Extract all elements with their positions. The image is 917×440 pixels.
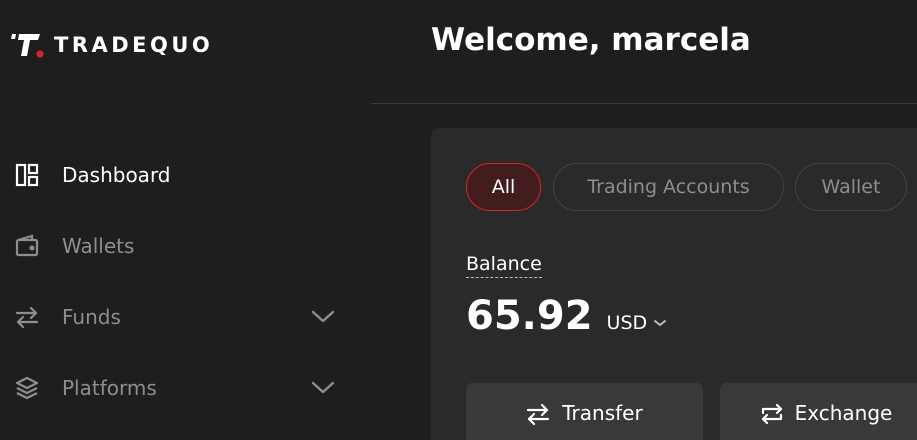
transfer-button-label: Transfer: [562, 401, 643, 425]
dashboard-icon: [14, 162, 40, 188]
sidebar-item-label: Platforms: [62, 376, 157, 400]
exchange-icon: [759, 401, 785, 427]
transfer-arrows-icon: [526, 401, 552, 427]
sidebar-item-platforms[interactable]: Platforms: [0, 363, 371, 413]
chevron-down-icon[interactable]: [310, 375, 336, 401]
currency-select[interactable]: USD: [607, 312, 669, 334]
brand-name: TRADEQUO: [54, 33, 214, 57]
sidebar-item-label: Funds: [62, 305, 121, 329]
balance-amount: 65.92: [466, 293, 593, 339]
currency-code: USD: [606, 312, 648, 334]
header-divider: [371, 103, 917, 104]
sidebar-item-wallets[interactable]: Wallets: [0, 221, 371, 271]
balance-row: 65.92 USD: [466, 293, 668, 343]
transfer-arrows-icon: [14, 304, 40, 330]
exchange-button[interactable]: Exchange: [720, 383, 917, 440]
sidebar-item-funds[interactable]: Funds: [0, 292, 371, 342]
wallet-icon: [14, 233, 40, 259]
sidebar-item-label: Dashboard: [62, 163, 171, 187]
transfer-button[interactable]: Transfer: [466, 383, 703, 440]
filter-chip-wallet[interactable]: Wallet: [795, 163, 907, 211]
balance-label[interactable]: Balance: [466, 253, 542, 278]
balance-card: All Trading Accounts Wallet Balance 65.9…: [431, 128, 917, 440]
brand-logo[interactable]: TRADEQUO: [10, 30, 213, 60]
app-root: TRADEQUO Dashboard Wallets Funds Platfor…: [0, 0, 917, 440]
tradequo-logo-icon: [11, 34, 44, 58]
chevron-down-icon[interactable]: [310, 304, 336, 330]
filter-chip-all[interactable]: All: [466, 163, 541, 211]
sidebar-item-dashboard[interactable]: Dashboard: [0, 150, 371, 200]
exchange-button-label: Exchange: [794, 401, 893, 425]
layers-icon: [14, 375, 40, 401]
filter-chip-trading-accounts[interactable]: Trading Accounts: [553, 163, 784, 211]
page-title: Welcome, marcela: [431, 22, 751, 58]
sidebar: TRADEQUO Dashboard Wallets Funds Platfor…: [0, 0, 371, 440]
chevron-down-icon: [654, 320, 667, 326]
sidebar-item-label: Wallets: [62, 234, 135, 258]
